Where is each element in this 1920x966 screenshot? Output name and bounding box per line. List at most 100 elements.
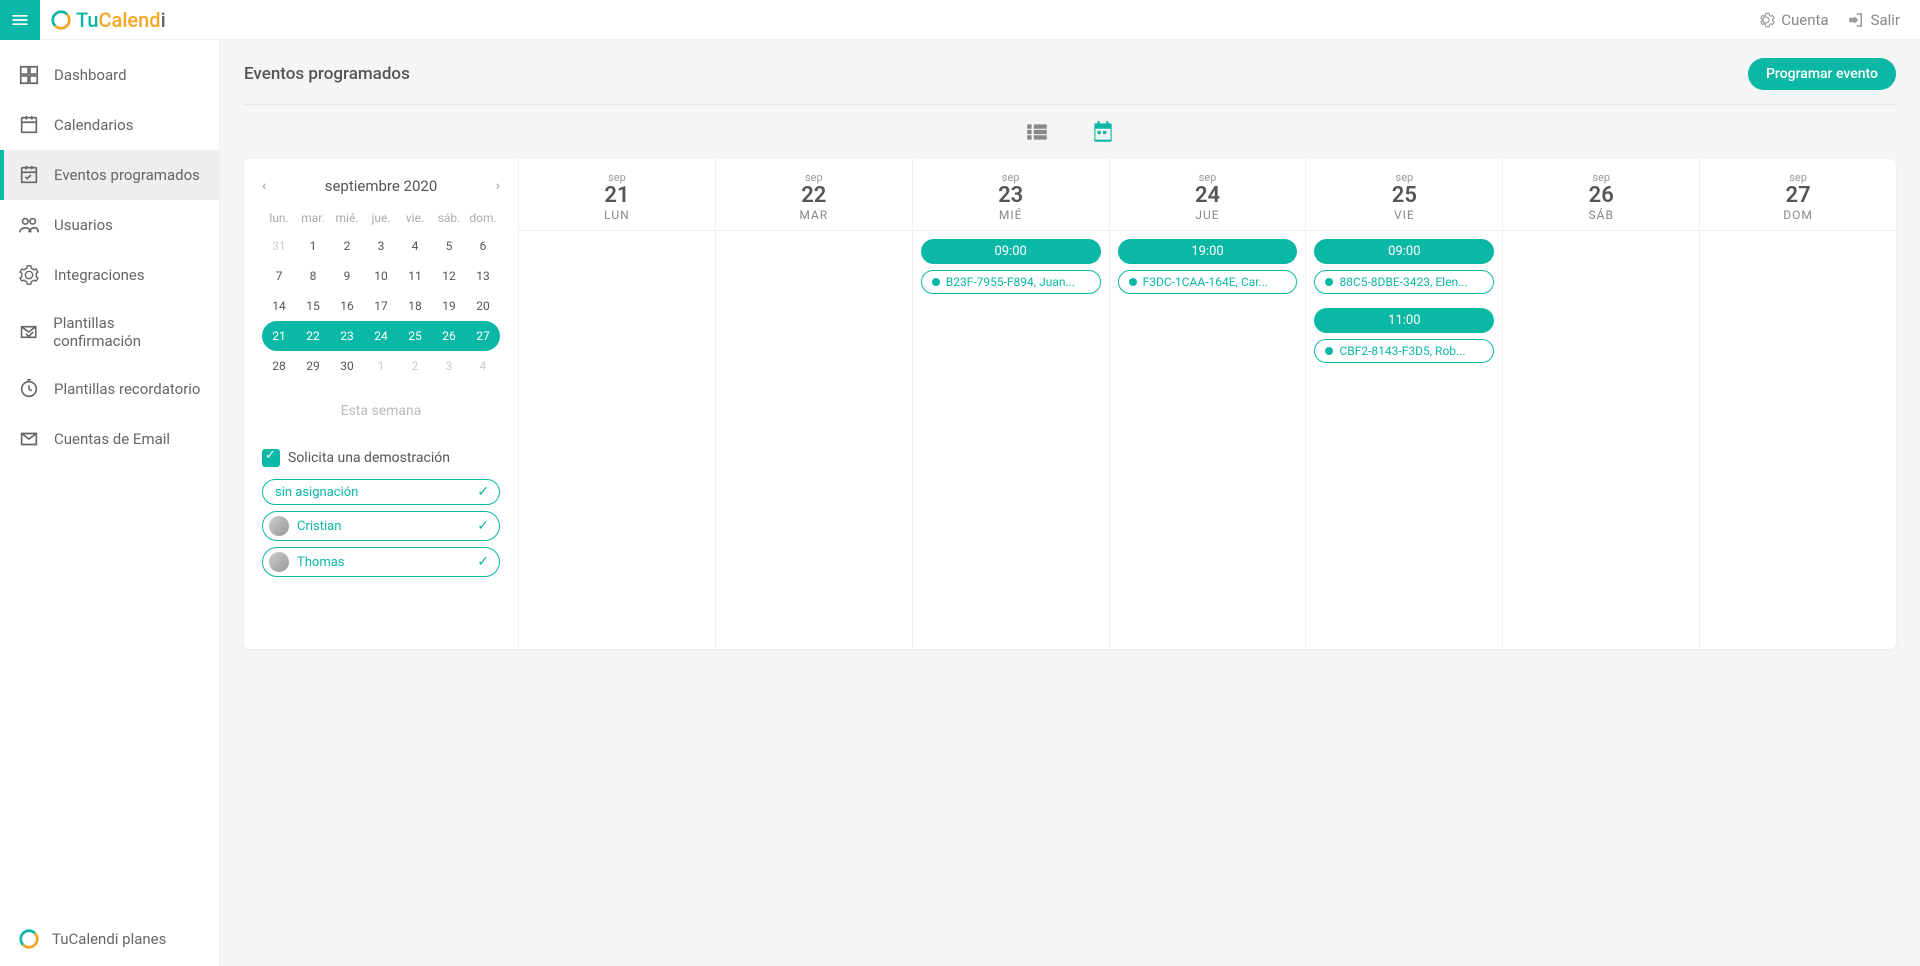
day-number: 25 bbox=[1306, 184, 1502, 208]
day-weekday: MIÉ bbox=[913, 208, 1109, 222]
mini-day[interactable]: 1 bbox=[296, 231, 330, 261]
week-grid: sep21LUNsep22MARsep23MIÉ 09:00 B23F-7955-F… bbox=[519, 159, 1896, 649]
mini-day[interactable]: 19 bbox=[432, 291, 466, 321]
mini-day[interactable]: 14 bbox=[262, 291, 296, 321]
event-title: 88C5-8DBE-3423, Elen... bbox=[1339, 275, 1467, 289]
mini-day[interactable]: 31 bbox=[262, 231, 296, 261]
mini-day[interactable]: 28 bbox=[262, 351, 296, 381]
event-title: B23F-7955-F894, Juan... bbox=[946, 275, 1075, 289]
event-type-label: Solicita una demostración bbox=[288, 450, 450, 466]
mini-day[interactable]: 18 bbox=[398, 291, 432, 321]
sidebar-item-email-accounts[interactable]: Cuentas de Email bbox=[0, 414, 219, 464]
sidebar-item-users[interactable]: Usuarios bbox=[0, 200, 219, 250]
event-pill[interactable]: 88C5-8DBE-3423, Elen... bbox=[1314, 270, 1494, 294]
assignee-chip[interactable]: Thomas✓ bbox=[262, 547, 500, 577]
mini-week-row[interactable]: 31123456 bbox=[262, 231, 500, 261]
mini-day[interactable]: 12 bbox=[432, 261, 466, 291]
assignee-chip[interactable]: sin asignación✓ bbox=[262, 479, 500, 505]
mini-day[interactable]: 5 bbox=[432, 231, 466, 261]
day-column: sep22MAR bbox=[716, 159, 913, 649]
day-column: sep23MIÉ 09:00 B23F-7955-F894, Juan... bbox=[913, 159, 1110, 649]
event-pill[interactable]: CBF2-8143-F3D5, Rob... bbox=[1314, 339, 1494, 363]
sidebar-footer-plans[interactable]: TuCalendi planes bbox=[0, 912, 219, 966]
mini-day[interactable]: 8 bbox=[296, 261, 330, 291]
sidebar-item-reminder-templates[interactable]: Plantillas recordatorio bbox=[0, 364, 219, 414]
mini-day[interactable]: 30 bbox=[330, 351, 364, 381]
mini-day[interactable]: 22 bbox=[296, 321, 330, 351]
mini-day[interactable]: 1 bbox=[364, 351, 398, 381]
account-link[interactable]: Cuenta bbox=[1757, 11, 1828, 29]
dashboard-icon bbox=[18, 64, 40, 86]
mini-calendar: lun.mar.mié.jue.vie.sáb.dom.311234567891… bbox=[262, 205, 500, 381]
mini-week-row[interactable]: 78910111213 bbox=[262, 261, 500, 291]
day-weekday: SÁB bbox=[1503, 208, 1699, 222]
mini-day[interactable]: 15 bbox=[296, 291, 330, 321]
mini-week-row[interactable]: 14151617181920 bbox=[262, 291, 500, 321]
day-weekday: LUN bbox=[519, 208, 715, 222]
schedule-event-button[interactable]: Programar evento bbox=[1748, 58, 1896, 90]
sidebar-item-integrations[interactable]: Integraciones bbox=[0, 250, 219, 300]
day-body bbox=[1700, 231, 1896, 247]
sidebar-item-label: Integraciones bbox=[54, 266, 145, 284]
sidebar-item-scheduled-events[interactable]: Eventos programados bbox=[0, 150, 219, 200]
sidebar-item-calendars[interactable]: Calendarios bbox=[0, 100, 219, 150]
this-week-button[interactable]: Esta semana bbox=[262, 381, 500, 449]
mini-day[interactable]: 16 bbox=[330, 291, 364, 321]
mini-day[interactable]: 11 bbox=[398, 261, 432, 291]
day-header: sep21LUN bbox=[519, 159, 715, 231]
logout-link[interactable]: Salir bbox=[1847, 11, 1900, 29]
menu-toggle-button[interactable] bbox=[0, 0, 40, 40]
mini-day[interactable]: 24 bbox=[364, 321, 398, 351]
event-time-pill[interactable]: 09:00 bbox=[1314, 239, 1494, 264]
logo-text: TuCalendi bbox=[76, 8, 166, 32]
mini-day[interactable]: 2 bbox=[330, 231, 364, 261]
mini-day[interactable]: 26 bbox=[432, 321, 466, 351]
day-weekday: DOM bbox=[1700, 208, 1896, 222]
sidebar-item-label: Usuarios bbox=[54, 216, 113, 234]
mini-week-row[interactable]: 2829301234 bbox=[262, 351, 500, 381]
mini-day[interactable]: 20 bbox=[466, 291, 500, 321]
event-time-pill[interactable]: 09:00 bbox=[921, 239, 1101, 264]
event-type-filter[interactable]: Solicita una demostración bbox=[262, 449, 500, 467]
sidebar-footer-label: TuCalendi planes bbox=[52, 930, 166, 948]
mini-day[interactable]: 17 bbox=[364, 291, 398, 321]
next-month-button[interactable]: › bbox=[496, 178, 500, 194]
event-time-pill[interactable]: 19:00 bbox=[1118, 239, 1298, 264]
mini-day[interactable]: 7 bbox=[262, 261, 296, 291]
mini-day[interactable]: 4 bbox=[466, 351, 500, 381]
mini-day[interactable]: 21 bbox=[262, 321, 296, 351]
mini-day[interactable]: 4 bbox=[398, 231, 432, 261]
day-header: sep23MIÉ bbox=[913, 159, 1109, 231]
page-title: Eventos programados bbox=[244, 64, 410, 84]
mini-dow: dom. bbox=[466, 205, 500, 231]
event-pill[interactable]: F3DC-1CAA-164E, Car... bbox=[1118, 270, 1298, 294]
calendar-side-panel: ‹ septiembre 2020 › lun.mar.mié.jue.vie.… bbox=[244, 159, 519, 649]
mini-day[interactable]: 13 bbox=[466, 261, 500, 291]
calendar-card: ‹ septiembre 2020 › lun.mar.mié.jue.vie.… bbox=[244, 159, 1896, 649]
sidebar-item-confirm-templates[interactable]: Plantillas confirmación bbox=[0, 300, 219, 364]
logo-icon bbox=[50, 9, 72, 31]
mini-day[interactable]: 29 bbox=[296, 351, 330, 381]
app-logo[interactable]: TuCalendi bbox=[50, 8, 166, 32]
mini-day[interactable]: 3 bbox=[364, 231, 398, 261]
mini-week-row[interactable]: 21222324252627 bbox=[262, 321, 500, 351]
assignee-chip[interactable]: Cristian✓ bbox=[262, 511, 500, 541]
event-pill[interactable]: B23F-7955-F894, Juan... bbox=[921, 270, 1101, 294]
mini-day[interactable]: 2 bbox=[398, 351, 432, 381]
mini-day[interactable]: 6 bbox=[466, 231, 500, 261]
sidebar-item-label: Eventos programados bbox=[54, 166, 200, 184]
sidebar: DashboardCalendarios Eventos programados U… bbox=[0, 40, 220, 966]
prev-month-button[interactable]: ‹ bbox=[262, 178, 266, 194]
mini-day[interactable]: 27 bbox=[466, 321, 500, 351]
mini-day[interactable]: 9 bbox=[330, 261, 364, 291]
sidebar-item-dashboard[interactable]: Dashboard bbox=[0, 50, 219, 100]
mini-day[interactable]: 23 bbox=[330, 321, 364, 351]
mini-day[interactable]: 25 bbox=[398, 321, 432, 351]
day-number: 23 bbox=[913, 184, 1109, 208]
mini-day[interactable]: 10 bbox=[364, 261, 398, 291]
mini-day[interactable]: 3 bbox=[432, 351, 466, 381]
list-view-icon[interactable] bbox=[1024, 119, 1050, 145]
event-time-pill[interactable]: 11:00 bbox=[1314, 308, 1494, 333]
calendar-view-icon[interactable] bbox=[1090, 119, 1116, 145]
avatar bbox=[269, 516, 289, 536]
